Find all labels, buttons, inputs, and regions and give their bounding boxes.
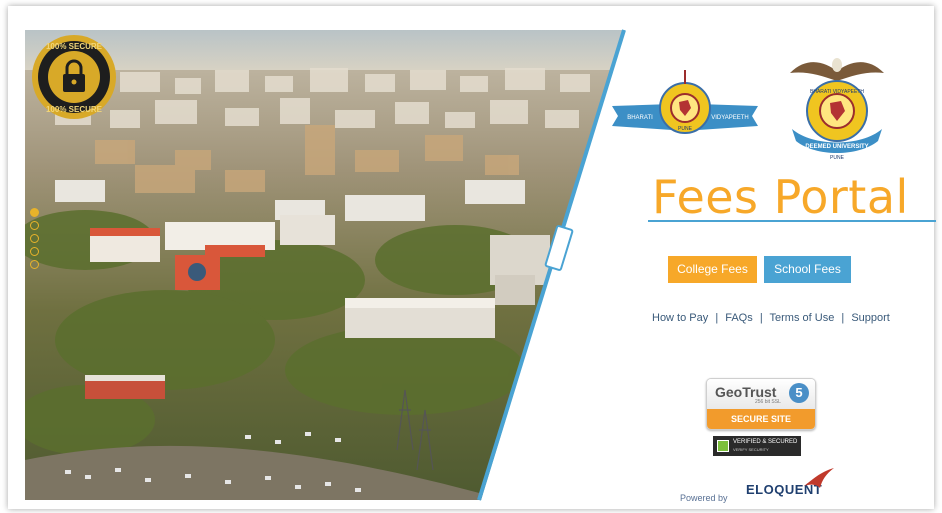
support-link[interactable]: Support xyxy=(851,312,890,324)
verified-line2: VERIFY SECURITY xyxy=(733,447,769,452)
school-fees-button[interactable]: School Fees xyxy=(764,256,851,283)
deemed-university-logo: DEEMED UNIVERSITY BHARATI VIDYAPEETH PUN… xyxy=(778,45,896,163)
college-fees-button[interactable]: College Fees xyxy=(668,256,757,283)
slider-dot[interactable] xyxy=(30,260,39,269)
slider-dot[interactable] xyxy=(30,234,39,243)
logo1-left-text: BHARATI xyxy=(627,115,653,121)
terms-of-use-link[interactable]: Terms of Use xyxy=(770,312,835,324)
bharati-vidyapeeth-logo: BHARATI VIDYAPEETH PUNE xyxy=(610,68,760,138)
geotrust-secure-badge[interactable]: GeoTrust 256 bit SSL 5 SECURE SITE xyxy=(706,378,816,430)
logo2-top-text: BHARATI VIDYAPEETH xyxy=(810,89,864,95)
slider-dots xyxy=(30,208,42,273)
logo2-bottom-text: PUNE xyxy=(830,155,845,161)
geotrust-sub: 256 bit SSL xyxy=(755,399,781,405)
eloquent-bird-icon xyxy=(804,468,834,488)
logo1-right-text: VIDYAPEETH xyxy=(711,115,749,121)
geotrust-name: GeoTrust xyxy=(715,384,777,400)
help-links: How to Pay | FAQs | Terms of Use | Suppo… xyxy=(652,312,890,324)
title-underline xyxy=(648,220,936,222)
slider-dot[interactable] xyxy=(30,208,39,217)
verified-secured-badge[interactable]: VERIFIED & SECURED VERIFY SECURITY xyxy=(713,436,801,456)
geotrust-badge-icon: 5 xyxy=(789,383,809,403)
link-separator: | xyxy=(841,312,845,324)
how-to-pay-link[interactable]: How to Pay xyxy=(652,312,708,324)
powered-by-text: Powered by xyxy=(680,493,728,503)
logo2-ribbon-text: DEEMED UNIVERSITY xyxy=(805,144,868,150)
link-separator: | xyxy=(759,312,763,324)
secure-seal-icon: 100% SECURE 100% SECURE xyxy=(31,34,117,120)
seal-text-top: 100% SECURE xyxy=(46,42,103,51)
checkbox-shield-icon xyxy=(717,440,729,452)
logo1-bottom-text: PUNE xyxy=(678,126,693,132)
faqs-link[interactable]: FAQs xyxy=(725,312,753,324)
geotrust-secure-site: SECURE SITE xyxy=(707,409,815,429)
link-separator: | xyxy=(715,312,719,324)
verified-line1: VERIFIED & SECURED xyxy=(733,439,798,445)
slider-dot[interactable] xyxy=(30,221,39,230)
page-title: Fees Portal xyxy=(652,170,909,224)
seal-text-bottom: 100% SECURE xyxy=(46,105,103,114)
slider-dot[interactable] xyxy=(30,247,39,256)
